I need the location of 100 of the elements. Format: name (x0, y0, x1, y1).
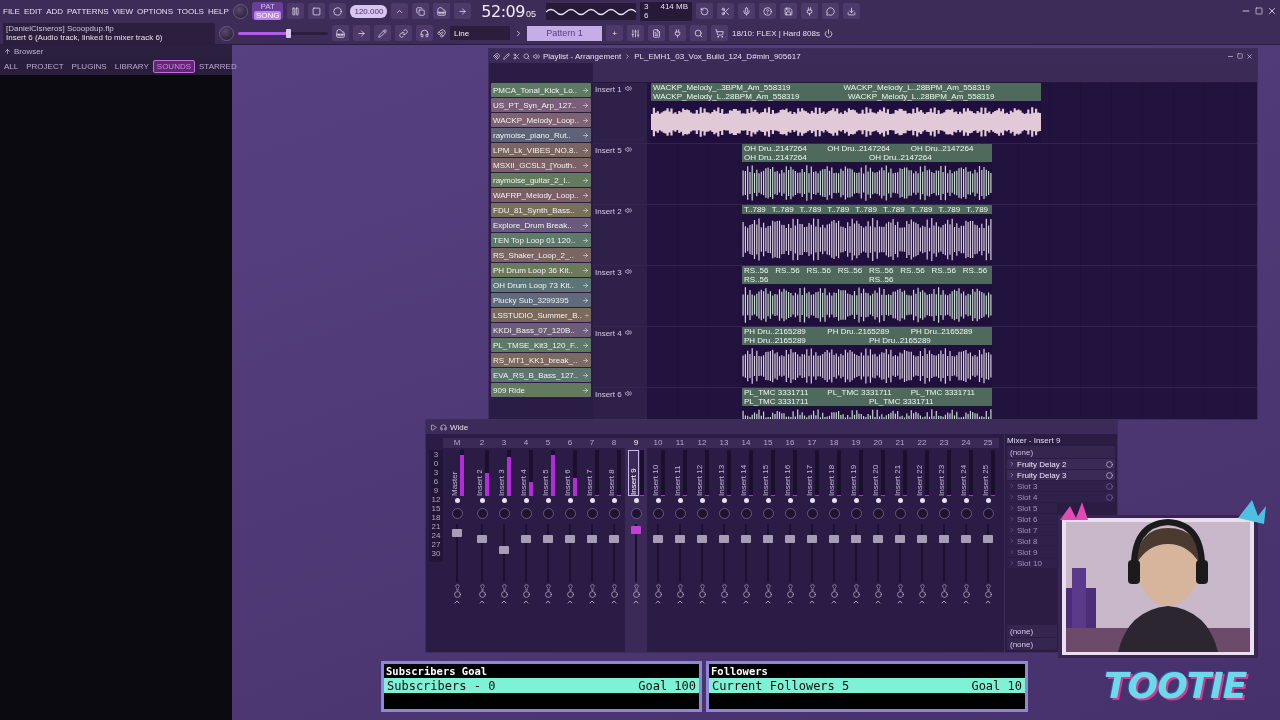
pattern-selector[interactable]: Pattern 1 (527, 25, 602, 41)
tempo-display[interactable]: 120.000 (350, 4, 388, 18)
menu-item[interactable]: VIEW (112, 6, 133, 16)
clip-source[interactable]: LPM_Lk_VIBES_NO.8.. (491, 143, 591, 157)
mode-option[interactable]: PAT (253, 2, 282, 11)
clip-source[interactable]: WAFRP_Melody_Loop.. (491, 188, 591, 202)
mixer-track[interactable]: 11 Insert 11 (669, 438, 691, 652)
effect-slot[interactable]: Slot 7 (1007, 525, 1057, 535)
clip-source[interactable]: KKDI_Bass_07_120B.. (491, 323, 591, 337)
track-header[interactable]: Insert 2 (593, 205, 647, 265)
clip-source-name: WACKP_Melody_Loop.. (493, 115, 580, 125)
output-dropdown[interactable]: (none) (1007, 638, 1057, 650)
clip-source[interactable]: raymoise_guitar_2_I.. (491, 173, 591, 187)
track-header[interactable]: Insert 1 (593, 83, 647, 143)
track-number: 8 (603, 438, 625, 448)
track-header[interactable]: Insert 4 (593, 327, 647, 387)
audio-clip[interactable]: PL_TMC 3331711 PL_TMC 3331711 PL_TMC 3331711 PL_TMC 3331711 PL_TMC 3331711 (742, 388, 992, 419)
mixer-track[interactable]: 2 Insert 2 (471, 438, 493, 652)
effect-slot[interactable]: Slot 9 (1007, 547, 1057, 557)
clip-label: RS..56 (899, 266, 926, 275)
news-ticker[interactable]: 18/10: FLEX | Hard 808s (732, 28, 820, 38)
audio-clip[interactable]: RS..56 RS..56 RS..56 RS..56 RS..56 RS..56 RS..56 RS..56 RS..56 RS..56 (742, 266, 992, 326)
clip-source[interactable]: MSXII_GCSL3_[Youth.. (491, 158, 591, 172)
output-dropdown[interactable]: (none) (1007, 625, 1057, 637)
mixer-track[interactable]: 18 Insert 18 (823, 438, 845, 652)
track-header[interactable]: Insert 5 (593, 144, 647, 204)
snap-dropdown[interactable]: Line (450, 26, 510, 40)
mixer-track[interactable]: 25 Insert 25 (977, 438, 999, 652)
clip-source[interactable]: FDU_81_Synth_Bass.. (491, 203, 591, 217)
browser-tab[interactable]: SOUNDS (152, 60, 196, 73)
mixer-track[interactable]: 12 Insert 12 (691, 438, 713, 652)
effect-slot[interactable]: Slot 5 (1007, 503, 1057, 513)
clip-source[interactable]: 909 Ride (491, 383, 591, 397)
effect-slot[interactable]: Slot 3 (1007, 481, 1115, 491)
track-header[interactable]: Insert 6 (593, 388, 647, 419)
effect-slot[interactable]: Slot 8 (1007, 536, 1057, 546)
mixer-track[interactable]: 17 Insert 17 (801, 438, 823, 652)
mixer-track[interactable]: 23 Insert 23 (933, 438, 955, 652)
clip-source[interactable]: PMCA_Tonal_Kick_Lo.. (491, 83, 591, 97)
mixer-track[interactable]: 3 Insert 3 (493, 438, 515, 652)
menu-item[interactable]: EDIT (23, 6, 43, 16)
browser-tab[interactable]: ALL (0, 60, 23, 73)
clip-source[interactable]: EVA_RS_B_Bass_127.. (491, 368, 591, 382)
mixer-preset[interactable]: Wide (450, 422, 469, 432)
browser-tab[interactable]: LIBRARY (110, 60, 153, 73)
browser-tab[interactable]: STARRED (195, 60, 241, 73)
mixer-track[interactable]: 21 Insert 21 (889, 438, 911, 652)
clip-source[interactable]: Plucky Sub_3299395 (491, 293, 591, 307)
mixer-track[interactable]: 24 Insert 24 (955, 438, 977, 652)
clip-source[interactable]: TEN Top Loop 01 120.. (491, 233, 591, 247)
clip-source[interactable]: RS_MT1_KK1_break_.. (491, 353, 591, 367)
mixer-track[interactable]: 5 Insert 5 (537, 438, 559, 652)
track-name: Insert 5 (541, 468, 550, 496)
slot-name: Slot 4 (1017, 492, 1039, 502)
clip-source[interactable]: US_PT_Syn_Arp_127.. (491, 98, 591, 112)
menu-item[interactable]: HELP (207, 6, 229, 16)
clip-source[interactable]: RS_Shaker_Loop_2_.. (491, 248, 591, 262)
effect-slot[interactable]: Slot 4 (1007, 492, 1115, 502)
menu-item[interactable]: FILE (3, 6, 20, 16)
mixer-track[interactable]: 20 Insert 20 (867, 438, 889, 652)
track-name: Insert 5 (595, 146, 622, 155)
menu-item[interactable]: TOOLS (177, 6, 204, 16)
scale-mark: 3 (433, 468, 439, 477)
mixer-track[interactable]: 9 Insert 9 (625, 438, 647, 652)
mixer-track[interactable]: 15 Insert 15 (757, 438, 779, 652)
effect-slot[interactable]: Slot 10 (1007, 558, 1057, 568)
scale-mark: 3 (433, 450, 439, 459)
input-dropdown[interactable]: (none) (1007, 446, 1115, 458)
mixer-track[interactable]: 7 Insert 7 (581, 438, 603, 652)
menu-item[interactable]: ADD (46, 6, 64, 16)
clip-label: OH Dru..2147264 (743, 153, 808, 162)
menu-item[interactable]: OPTIONS (136, 6, 173, 16)
mixer-track[interactable]: M Master (443, 438, 471, 652)
mixer-track[interactable]: 13 Insert 13 (713, 438, 735, 652)
mixer-track[interactable]: 10 Insert 10 (647, 438, 669, 652)
clip-source[interactable]: OH Drum Loop 73 Kit.. (491, 278, 591, 292)
effect-slot[interactable]: Slot 6 (1007, 514, 1057, 524)
mixer-track[interactable]: 22 Insert 22 (911, 438, 933, 652)
clip-label: RS..56 (743, 275, 770, 284)
browser-tab[interactable]: PROJECT (22, 60, 68, 73)
mixer-track[interactable]: 6 Insert 6 (559, 438, 581, 652)
clip-source[interactable]: Explore_Drum Break.. (491, 218, 591, 232)
add-pattern-button[interactable]: + (606, 25, 623, 41)
mixer-track[interactable]: 4 Insert 4 (515, 438, 537, 652)
effect-slot[interactable]: Fruity Delay 2 (1007, 459, 1115, 469)
menu-item[interactable]: PATTERNS (67, 6, 109, 16)
track-header[interactable]: Insert 3 (593, 266, 647, 326)
effect-slot[interactable]: Fruity Delay 3 (1007, 470, 1115, 480)
mixer-track[interactable]: 14 Insert 14 (735, 438, 757, 652)
mixer-track[interactable]: 16 Insert 16 (779, 438, 801, 652)
mixer-track[interactable]: 19 Insert 19 (845, 438, 867, 652)
audio-clip[interactable]: PH Dru..2165289 PH Dru..2165289 PH Dru..2165289 PH Dru..2165289 PH Dru..2165289 (742, 327, 992, 387)
clip-source[interactable]: PH Drum Loop 36 Kit.. (491, 263, 591, 277)
clip-source[interactable]: LSSTUDIO_Summer_B.. (491, 308, 591, 322)
clip-source[interactable]: PL_TMSE_Kit3_120_F.. (491, 338, 591, 352)
mixer-track[interactable]: 8 Insert 8 (603, 438, 625, 652)
clip-source[interactable]: raymoise_piano_Rut.. (491, 128, 591, 142)
clip-source[interactable]: WACKP_Melody_Loop.. (491, 113, 591, 127)
audio-clip[interactable]: OH Dru..2147264 OH Dru..2147264 OH Dru..2147264 OH Dru..2147264 OH Dru..2147264 (742, 144, 992, 204)
browser-tab[interactable]: PLUGINS (67, 60, 111, 73)
